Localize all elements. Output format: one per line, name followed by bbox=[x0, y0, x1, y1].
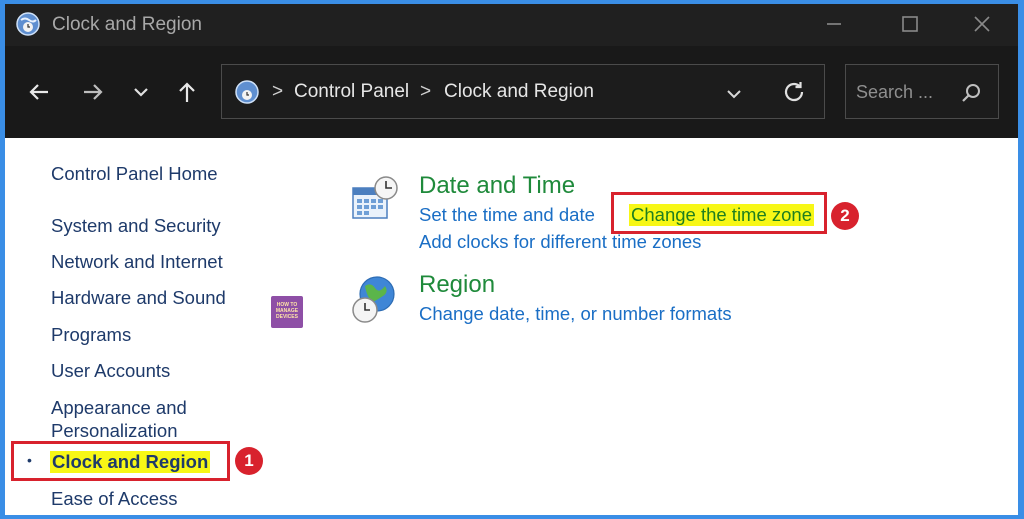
sidebar-item-user-accounts[interactable]: User Accounts bbox=[51, 359, 170, 382]
sidebar-item-network-and-internet[interactable]: Network and Internet bbox=[51, 250, 223, 273]
annotation-badge-1: 1 bbox=[235, 447, 263, 475]
window-title: Clock and Region bbox=[52, 14, 202, 35]
arrow-up-icon bbox=[179, 82, 195, 102]
annotation-badge-2: 2 bbox=[831, 202, 859, 230]
annotation-box-change-time-zone bbox=[611, 192, 827, 234]
logo-text-line3: DEVICES bbox=[276, 314, 298, 320]
link-change-formats[interactable]: Change date, time, or number formats bbox=[419, 303, 732, 325]
how-to-manage-devices-logo: HOW TO MANAGE DEVICES bbox=[271, 296, 303, 328]
address-dropdown-icon[interactable] bbox=[722, 81, 746, 105]
sidebar-item-hardware-and-sound[interactable]: Hardware and Sound bbox=[51, 286, 226, 309]
navigation-bar: > Control Panel > Clock and Region bbox=[5, 46, 1018, 138]
search-icon[interactable] bbox=[958, 80, 984, 106]
link-set-time-and-date[interactable]: Set the time and date bbox=[419, 204, 595, 226]
link-add-clocks[interactable]: Add clocks for different time zones bbox=[419, 231, 701, 253]
sidebar-item-programs[interactable]: Programs bbox=[51, 323, 131, 346]
control-panel-location-icon bbox=[235, 80, 259, 104]
control-panel-window: Clock and Region > Control Panel > Clock… bbox=[5, 4, 1018, 515]
screenshot-frame: Clock and Region > Control Panel > Clock… bbox=[0, 0, 1024, 519]
up-button[interactable] bbox=[171, 76, 203, 108]
maximize-icon bbox=[902, 16, 918, 32]
date-time-icon[interactable] bbox=[349, 174, 401, 226]
search-input[interactable] bbox=[856, 77, 956, 107]
address-bar[interactable]: > Control Panel > Clock and Region bbox=[221, 64, 825, 119]
arrow-right-icon bbox=[84, 84, 103, 100]
sidebar: Control Panel Home System and Security N… bbox=[5, 138, 305, 515]
breadcrumb-control-panel[interactable]: Control Panel bbox=[294, 81, 409, 103]
region-globe-icon[interactable] bbox=[349, 274, 401, 326]
recent-locations-button[interactable] bbox=[125, 76, 157, 108]
category-title-date-and-time[interactable]: Date and Time bbox=[419, 172, 575, 200]
close-button[interactable] bbox=[965, 10, 999, 38]
breadcrumb-clock-and-region[interactable]: Clock and Region bbox=[444, 81, 594, 103]
arrow-left-icon bbox=[29, 84, 48, 100]
forward-button[interactable] bbox=[77, 76, 109, 108]
sidebar-item-appearance-line1[interactable]: Appearance and bbox=[51, 396, 187, 419]
control-panel-app-icon bbox=[16, 12, 40, 36]
breadcrumb-separator: > bbox=[420, 81, 432, 102]
category-title-region[interactable]: Region bbox=[419, 271, 495, 299]
maximize-button[interactable] bbox=[893, 10, 927, 38]
sidebar-item-appearance-line2[interactable]: Personalization bbox=[51, 419, 178, 442]
sidebar-item-ease-of-access[interactable]: Ease of Access bbox=[51, 487, 177, 510]
chevron-down-icon bbox=[134, 88, 148, 97]
annotation-box-clock-and-region bbox=[11, 441, 230, 481]
sidebar-item-system-and-security[interactable]: System and Security bbox=[51, 214, 221, 237]
minimize-button[interactable] bbox=[817, 10, 851, 38]
search-box[interactable] bbox=[845, 64, 999, 119]
sidebar-item-control-panel-home[interactable]: Control Panel Home bbox=[51, 162, 218, 185]
refresh-icon[interactable] bbox=[780, 78, 808, 106]
back-button[interactable] bbox=[23, 76, 55, 108]
title-bar: Clock and Region bbox=[5, 4, 1018, 46]
minimize-icon bbox=[827, 23, 841, 25]
breadcrumb-separator: > bbox=[272, 81, 284, 102]
content-area: Control Panel Home System and Security N… bbox=[5, 138, 1018, 515]
close-icon bbox=[974, 16, 990, 32]
